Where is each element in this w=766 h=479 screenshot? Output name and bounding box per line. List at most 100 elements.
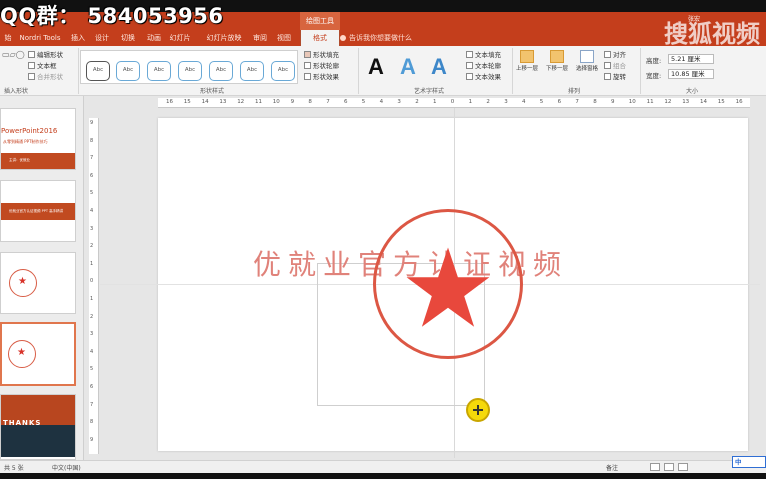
wordart-group-label: 艺术字样式	[414, 88, 445, 95]
shape-style-5[interactable]: Abc	[209, 61, 233, 81]
ruler-tick: 15	[717, 99, 725, 105]
tab-review[interactable]: 审阅	[250, 30, 270, 46]
slide-thumbnail-panel: PowerPoint2016 从零到精通 PPT制作技巧 主讲：优就业 优就业官…	[0, 96, 84, 460]
tab-design[interactable]: 设计	[90, 30, 114, 46]
ruler-tick: 7	[326, 99, 330, 105]
ruler-tick: 10	[272, 99, 280, 105]
qq-group-watermark: QQ群： 584053956	[0, 4, 224, 28]
slide-thumbnail-2[interactable]: 优就业官方认证视频 PPT 高手精讲	[0, 180, 76, 242]
text-box-icon	[28, 62, 35, 69]
shape-fill-icon	[304, 51, 311, 58]
tab-format[interactable]: 格式	[300, 30, 340, 46]
shape-style-1[interactable]: Abc	[86, 61, 110, 81]
sohu-video-logo: 搜狐视频	[664, 20, 760, 48]
ruler-tick: 4	[90, 208, 94, 214]
selection-pane-button[interactable]: 选择窗格	[574, 50, 600, 73]
tab-insert[interactable]: 插入	[66, 30, 90, 46]
slide-thumbnail-3[interactable]: ★	[0, 252, 76, 314]
shape-effects-button[interactable]: 形状效果	[304, 72, 339, 82]
slide-sorter-button[interactable]	[664, 463, 674, 471]
size-group-label: 大小	[686, 88, 699, 95]
wordart-style-2[interactable]: A	[400, 54, 416, 80]
tab-slideshow[interactable]: 幻灯片放映	[200, 30, 248, 46]
normal-view-button[interactable]	[650, 463, 660, 471]
text-outline-icon	[466, 62, 473, 69]
selection-pane-icon	[580, 50, 594, 63]
text-fill-icon	[466, 51, 473, 58]
ruler-tick: 0	[450, 99, 455, 105]
shapes-gallery-icon[interactable]: ▭▱◯	[2, 50, 25, 60]
lightbulb-icon	[340, 35, 346, 41]
slide-count: 共 5 张	[4, 465, 24, 472]
shape-style-4[interactable]: Abc	[178, 61, 202, 81]
ruler-tick: 10	[628, 99, 636, 105]
ruler-tick: 15	[183, 99, 191, 105]
shape-outline-button[interactable]: 形状轮廓	[304, 61, 339, 71]
merge-shapes-button[interactable]: 合并形状	[28, 72, 63, 82]
shape-style-6[interactable]: Abc	[240, 61, 264, 81]
bring-forward-button[interactable]: 上移一层	[514, 50, 540, 73]
shape-style-3[interactable]: Abc	[147, 61, 171, 81]
ruler-tick: 6	[90, 384, 94, 390]
tab-transitions[interactable]: 切换	[116, 30, 140, 46]
thumb-bottom-block	[1, 425, 75, 457]
shape-styles-group-label: 形状样式	[200, 88, 225, 95]
rotate-button[interactable]: 旋转	[604, 72, 626, 82]
shape-effects-icon	[304, 73, 311, 80]
ribbon-tabs: 始 Nordri Tools 插入 设计 切换 动画 幻灯片放映 幻灯片放映 审…	[0, 30, 766, 58]
height-label: 高度:	[646, 57, 662, 65]
reading-view-button[interactable]	[678, 463, 688, 471]
wordart-style-1[interactable]: A	[368, 54, 384, 80]
height-input[interactable]: 5.21 厘米	[668, 54, 714, 64]
ruler-tick: 0	[90, 278, 94, 285]
text-effects-button[interactable]: 文本效果	[466, 72, 501, 82]
thumb-bar-text: 主讲：优就业	[9, 158, 30, 162]
width-label: 宽度:	[646, 72, 662, 80]
insert-shapes-group-label: 插入形状	[4, 88, 29, 95]
ruler-tick: 1	[433, 99, 437, 105]
send-backward-button[interactable]: 下移一层	[544, 50, 570, 73]
merge-shapes-icon	[28, 73, 35, 80]
ruler-tick: 3	[90, 331, 94, 338]
shape-style-7[interactable]: Abc	[271, 61, 295, 81]
notes-button[interactable]: 备注	[606, 463, 618, 472]
shape-outline-icon	[304, 62, 311, 69]
tab-view[interactable]: 视图	[272, 30, 296, 46]
tab-home[interactable]: 始	[0, 30, 16, 46]
text-fill-button[interactable]: 文本填充	[466, 50, 501, 60]
ruler-tick: 8	[90, 419, 94, 426]
shape-fill-button[interactable]: 形状填充	[304, 50, 339, 60]
tell-me-search[interactable]: 告诉我你想要做什么	[340, 30, 412, 46]
edit-shape-button[interactable]: 编辑形状	[28, 50, 63, 60]
shape-styles-gallery: Abc Abc Abc Abc Abc Abc Abc	[80, 50, 298, 84]
stamp-star[interactable]	[403, 243, 493, 333]
sohu-sub-label: 张宏	[688, 16, 701, 23]
slide-thumbnail-1[interactable]: PowerPoint2016 从零到精通 PPT制作技巧 主讲：优就业	[0, 108, 76, 170]
ruler-tick: 5	[90, 190, 94, 197]
group-icon	[604, 62, 611, 69]
group-button[interactable]: 组合	[604, 61, 626, 71]
ruler-tick: 2	[415, 99, 419, 105]
text-outline-button[interactable]: 文本轮廓	[466, 61, 501, 71]
slide-thumbnail-4[interactable]: ★	[0, 322, 76, 386]
shape-style-2[interactable]: Abc	[116, 61, 140, 81]
tab-animations[interactable]: 动画	[142, 30, 166, 46]
width-input[interactable]: 10.85 厘米	[668, 69, 714, 79]
language-indicator[interactable]: 中文(中国)	[52, 463, 81, 472]
ruler-tick: 3	[397, 99, 401, 105]
cursor-highlight-icon	[466, 398, 490, 422]
slide-thumbnail-5[interactable]: THANKS	[0, 394, 76, 460]
ime-indicator[interactable]: 中	[732, 456, 766, 468]
ruler-tick: 12	[237, 99, 245, 105]
text-box-button[interactable]: 文本框	[28, 61, 57, 71]
ruler-tick: 9	[611, 99, 615, 105]
ruler-tick: 13	[219, 99, 227, 105]
tell-me-text: 告诉我你想要做什么	[349, 34, 412, 42]
align-button[interactable]: 对齐	[604, 50, 626, 60]
tab-animation2[interactable]: 幻灯片放映	[168, 30, 192, 58]
ruler-tick: 7	[575, 99, 579, 105]
tab-nordri-tools[interactable]: Nordri Tools	[16, 30, 64, 46]
ribbon-separator	[358, 48, 359, 94]
ruler-tick: 16	[735, 99, 743, 105]
wordart-style-3[interactable]: A	[431, 54, 447, 80]
